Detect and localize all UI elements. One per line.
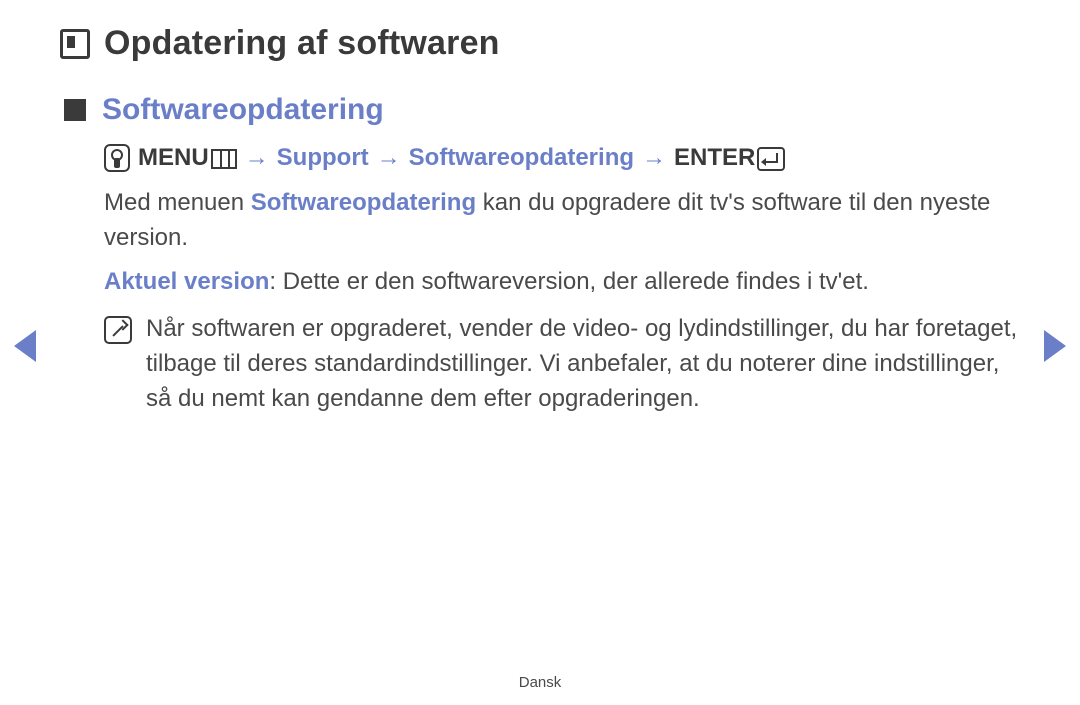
- arrow-separator: →: [642, 141, 666, 176]
- bookmark-icon: [60, 29, 90, 59]
- enter-text: ENTER: [674, 144, 755, 171]
- note-pencil-icon: [104, 316, 132, 344]
- arrow-separator: →: [245, 141, 269, 176]
- arrow-separator: →: [377, 141, 401, 176]
- prev-page-button[interactable]: [14, 330, 36, 362]
- content-block: MENU → Support → Softwareopdatering → EN…: [104, 141, 1020, 417]
- paragraph-2: Aktuel version: Dette er den softwarever…: [104, 265, 1020, 300]
- page-title-row: Opdatering af softwaren: [60, 24, 1020, 63]
- path-softwareupdate: Softwareopdatering: [409, 141, 634, 176]
- page-title: Opdatering af softwaren: [104, 24, 500, 63]
- para1-link: Softwareopdatering: [251, 189, 476, 216]
- paragraph-1: Med menuen Softwareopdatering kan du opg…: [104, 186, 1020, 256]
- menu-text: MENU: [138, 144, 209, 171]
- path-support: Support: [277, 141, 369, 176]
- menu-path: MENU → Support → Softwareopdatering → EN…: [104, 141, 1020, 176]
- remote-touch-icon: [104, 144, 130, 172]
- footer-language: Dansk: [0, 674, 1080, 691]
- para2-rest: : Dette er den softwareversion, der alle…: [269, 268, 869, 295]
- section-heading-row: Softwareopdatering: [64, 93, 1020, 127]
- enter-glyph-icon: [757, 147, 785, 171]
- next-page-button[interactable]: [1044, 330, 1066, 362]
- note-text: Når softwaren er opgraderet, vender de v…: [146, 312, 1020, 416]
- menu-label: MENU: [138, 141, 237, 176]
- square-bullet-icon: [64, 99, 86, 121]
- section-heading: Softwareopdatering: [102, 93, 384, 127]
- enter-label: ENTER: [674, 141, 785, 176]
- manual-page: Opdatering af softwaren Softwareopdateri…: [0, 0, 1080, 705]
- para2-label: Aktuel version: [104, 268, 269, 295]
- menu-glyph-icon: [211, 149, 237, 169]
- para1-a: Med menuen: [104, 189, 251, 216]
- note-row: Når softwaren er opgraderet, vender de v…: [104, 312, 1020, 416]
